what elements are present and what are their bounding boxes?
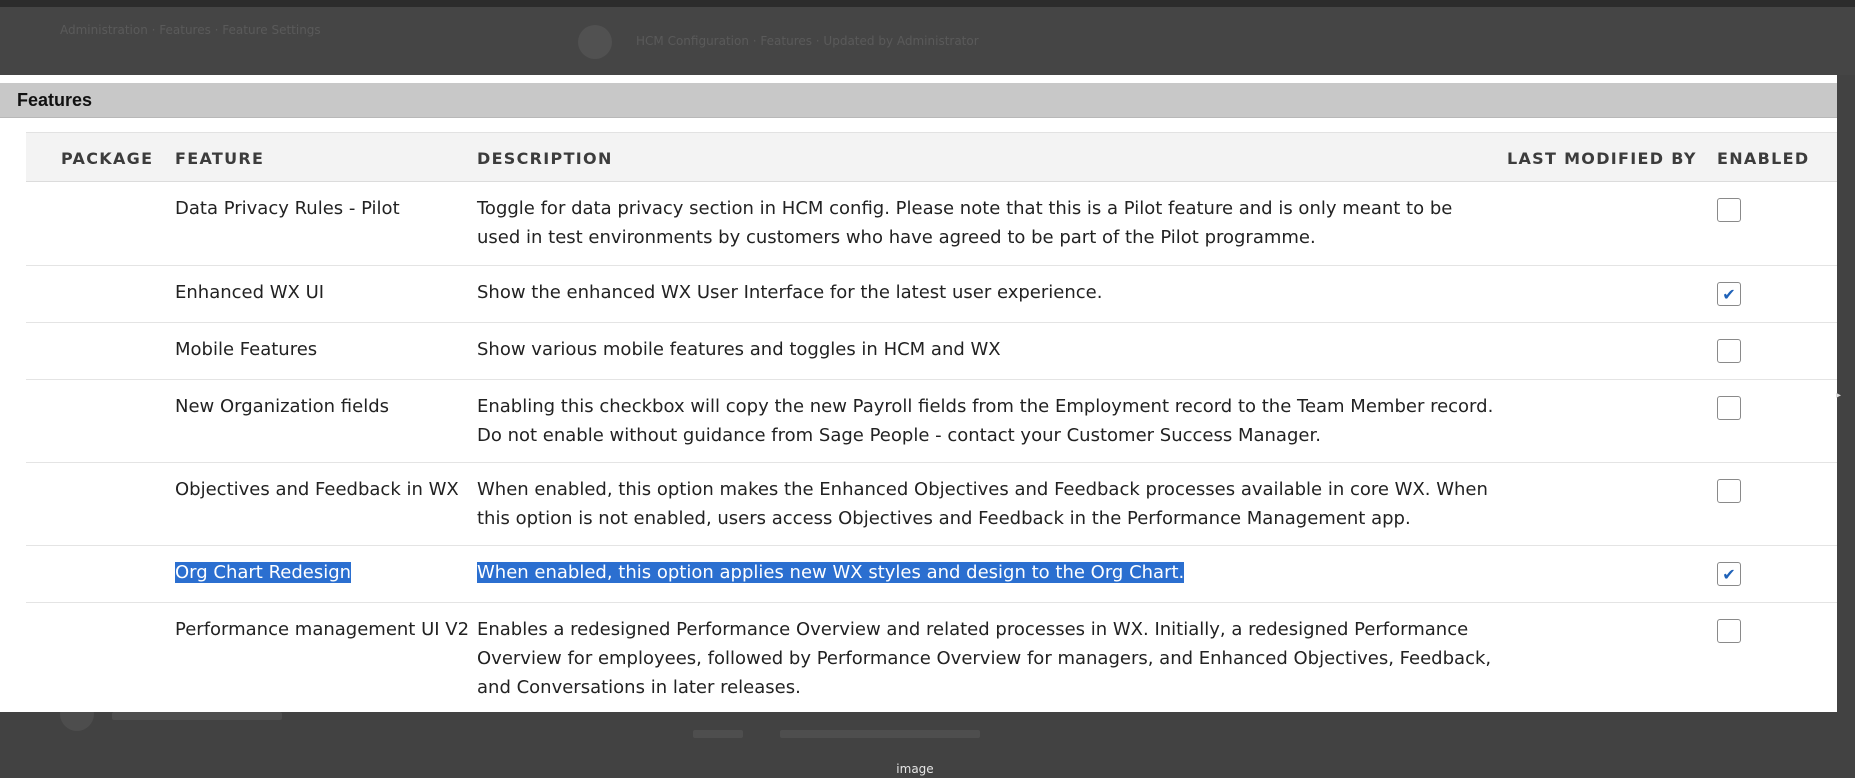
feature-name: Data Privacy Rules - Pilot: [175, 198, 400, 219]
table-row: Org Chart Redesign When enabled, this op…: [26, 546, 1837, 603]
enabled-checkbox[interactable]: [1717, 198, 1741, 222]
table-row: New Organization fields Enabling this ch…: [26, 380, 1837, 463]
selected-text: When enabled, this option applies new WX…: [477, 562, 1185, 583]
table-header: PACKAGE FEATURE DESCRIPTION LAST MODIFIE…: [26, 132, 1837, 182]
enabled-checkbox[interactable]: [1717, 339, 1741, 363]
dimmed-footer-bar: [780, 730, 980, 738]
table-row: Data Privacy Rules - Pilot Toggle for da…: [26, 182, 1837, 266]
enabled-checkbox[interactable]: ✔: [1717, 282, 1741, 306]
chevron-right-icon: ▸: [1836, 390, 1842, 401]
features-table: PACKAGE FEATURE DESCRIPTION LAST MODIFIE…: [26, 132, 1837, 712]
avatar: [578, 25, 612, 59]
feature-name: Objectives and Feedback in WX: [175, 479, 459, 500]
feature-description: When enabled, this option makes the Enha…: [477, 479, 1488, 529]
column-header-last-modified-by[interactable]: LAST MODIFIED BY: [1507, 149, 1697, 168]
enabled-checkbox[interactable]: [1717, 396, 1741, 420]
table-row: Performance management UI V2 Enables a r…: [26, 603, 1837, 712]
table-row: Mobile Features Show various mobile feat…: [26, 323, 1837, 380]
feature-name: Mobile Features: [175, 339, 318, 360]
enabled-checkbox[interactable]: [1717, 619, 1741, 643]
column-header-enabled[interactable]: ENABLED: [1717, 149, 1809, 168]
panel-header: Features: [0, 83, 1837, 118]
dimmed-breadcrumb: Administration · Features · Feature Sett…: [60, 23, 321, 37]
feature-description: When enabled, this option applies new WX…: [477, 558, 1497, 587]
dimmed-notification-text: HCM Configuration · Features · Updated b…: [636, 34, 979, 48]
checkmark-icon: ✔: [1722, 564, 1736, 584]
table-row: Objectives and Feedback in WX When enabl…: [26, 463, 1837, 546]
features-panel: Features PACKAGE FEATURE DESCRIPTION LAS…: [0, 75, 1837, 712]
column-header-package[interactable]: PACKAGE: [61, 149, 153, 168]
checkmark-icon: ✔: [1722, 284, 1736, 304]
feature-name: Org Chart Redesign: [175, 562, 352, 583]
enabled-checkbox[interactable]: ✔: [1717, 562, 1741, 586]
feature-name: New Organization fields: [175, 396, 389, 417]
feature-description: Show the enhanced WX User Interface for …: [477, 282, 1103, 303]
table-row: Enhanced WX UI Show the enhanced WX User…: [26, 266, 1837, 323]
dimmed-footer-bar: [112, 712, 282, 720]
feature-name: Performance management UI V2: [175, 619, 470, 640]
feature-description: Enabling this checkbox will copy the new…: [477, 396, 1494, 446]
panel-title: Features: [17, 90, 93, 110]
column-header-description[interactable]: DESCRIPTION: [477, 149, 613, 168]
dimmed-page-header: Administration · Features · Feature Sett…: [0, 7, 1855, 75]
selected-text: Org Chart Redesign: [175, 562, 352, 583]
feature-description: Show various mobile features and toggles…: [477, 339, 1001, 360]
window-top-bar: [0, 0, 1855, 7]
feature-name: Enhanced WX UI: [175, 282, 325, 303]
feature-description: Enables a redesigned Performance Overvie…: [477, 619, 1492, 698]
dimmed-footer-bar: [693, 730, 743, 738]
feature-description: Toggle for data privacy section in HCM c…: [477, 198, 1453, 248]
column-header-feature[interactable]: FEATURE: [175, 149, 264, 168]
image-caption: image: [896, 762, 934, 776]
enabled-checkbox[interactable]: [1717, 479, 1741, 503]
